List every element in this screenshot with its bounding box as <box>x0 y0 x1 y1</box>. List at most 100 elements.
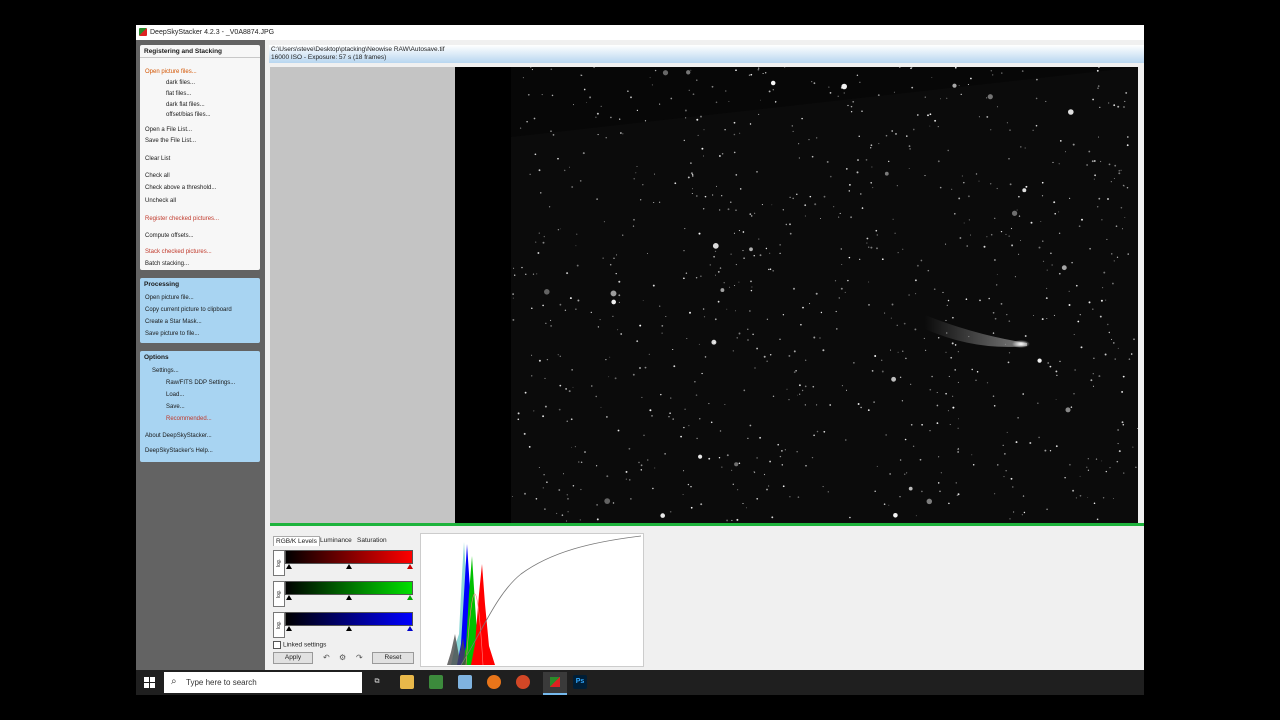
save-settings-link[interactable]: Save... <box>166 403 185 411</box>
star <box>564 309 567 311</box>
star <box>651 84 653 86</box>
star <box>1111 253 1113 255</box>
tab-luminance[interactable]: Luminance <box>318 536 354 545</box>
check-all-link[interactable]: Check all <box>145 172 170 180</box>
star <box>616 254 618 256</box>
settings-wheel-icon[interactable]: ⚙ <box>339 653 346 662</box>
red-white-marker[interactable] <box>407 564 413 569</box>
copy-to-clipboard-link[interactable]: Copy current picture to clipboard <box>145 306 232 314</box>
save-file-list-link[interactable]: Save the File List... <box>145 137 196 145</box>
star <box>618 294 621 297</box>
star <box>915 515 917 517</box>
star <box>993 259 996 261</box>
linked-settings-checkbox[interactable]: Linked settings <box>273 641 326 649</box>
stacked-image-view[interactable] <box>455 67 1138 523</box>
star <box>738 462 741 464</box>
green-black-marker[interactable] <box>286 595 292 600</box>
dark-flat-files-link[interactable]: dark flat files... <box>166 101 205 109</box>
app-icon-blue[interactable] <box>458 675 472 689</box>
star <box>957 381 959 383</box>
register-checked-link[interactable]: Register checked pictures... <box>145 215 219 223</box>
star <box>1105 299 1107 301</box>
reset-button[interactable]: Reset <box>372 652 414 664</box>
search-input[interactable]: Type here to search <box>186 672 257 693</box>
deepskystacker-taskbar-icon[interactable] <box>543 672 567 695</box>
offset-bias-files-link[interactable]: offset/bias files... <box>166 111 211 119</box>
green-mid-marker[interactable] <box>346 595 352 600</box>
stack-checked-link[interactable]: Stack checked pictures... <box>145 248 212 256</box>
dark-files-link[interactable]: dark files... <box>166 79 195 87</box>
blue-level-slider[interactable] <box>285 612 413 626</box>
compute-offsets-link[interactable]: Compute offsets... <box>145 232 194 240</box>
file-explorer-icon[interactable] <box>400 675 414 689</box>
open-file-list-link[interactable]: Open a File List... <box>145 126 192 134</box>
star <box>849 516 851 519</box>
log-toggle-red[interactable]: log. <box>273 550 285 576</box>
load-link[interactable]: Load... <box>166 391 184 399</box>
green-white-marker[interactable] <box>407 595 413 600</box>
firefox-icon[interactable] <box>487 675 501 689</box>
help-link[interactable]: DeepSkyStacker's Help... <box>145 447 213 455</box>
star <box>929 113 932 116</box>
batch-stacking-link[interactable]: Batch stacking... <box>145 260 189 268</box>
checkbox-box[interactable] <box>273 641 281 649</box>
star <box>660 513 665 518</box>
star <box>1042 260 1045 262</box>
star <box>538 467 540 468</box>
about-link[interactable]: About DeepSkyStacker... <box>145 432 212 440</box>
blue-white-marker[interactable] <box>407 626 413 631</box>
star <box>924 96 926 98</box>
save-picture-link[interactable]: Save picture to file... <box>145 330 199 338</box>
raw-fits-settings-link[interactable]: Raw/FITS DDP Settings... <box>166 379 235 387</box>
star <box>1094 174 1096 177</box>
star <box>1045 100 1047 102</box>
red-mid-marker[interactable] <box>346 564 352 569</box>
star <box>779 455 782 458</box>
flat-files-link[interactable]: flat files... <box>166 90 191 98</box>
star <box>1021 514 1023 516</box>
apply-button[interactable]: Apply <box>273 652 313 664</box>
create-star-mask-link[interactable]: Create a Star Mask... <box>145 318 202 326</box>
check-threshold-link[interactable]: Check above a threshold... <box>145 184 216 192</box>
star <box>936 404 939 407</box>
red-level-slider[interactable] <box>285 550 413 564</box>
uncheck-all-link[interactable]: Uncheck all <box>145 197 176 205</box>
log-toggle-green[interactable]: log. <box>273 581 285 607</box>
star <box>793 350 796 353</box>
clear-list-link[interactable]: Clear List <box>145 155 170 163</box>
app-icon-green[interactable] <box>429 675 443 689</box>
star <box>672 418 674 420</box>
star <box>550 68 553 71</box>
star <box>901 400 904 402</box>
tab-saturation[interactable]: Saturation <box>355 536 389 545</box>
undo-icon[interactable]: ↶ <box>323 653 330 662</box>
star <box>766 488 768 491</box>
recommended-link[interactable]: Recommended... <box>166 415 212 423</box>
blue-mid-marker[interactable] <box>346 626 352 631</box>
redo-icon[interactable]: ↷ <box>356 653 363 662</box>
open-picture-files-link[interactable]: Open picture files... <box>145 68 197 76</box>
star <box>1077 320 1080 323</box>
star <box>742 231 745 233</box>
star <box>816 404 818 406</box>
settings-link[interactable]: Settings... <box>152 367 179 375</box>
taskbar-search[interactable]: ⌕ Type here to search <box>164 672 362 693</box>
star <box>798 384 801 387</box>
star <box>749 310 751 312</box>
blue-black-marker[interactable] <box>286 626 292 631</box>
photoshop-icon[interactable]: Ps <box>573 675 587 689</box>
open-picture-file-link[interactable]: Open picture file... <box>145 294 194 302</box>
task-view-icon[interactable]: ⧉ <box>370 675 384 689</box>
star <box>1093 160 1096 162</box>
powerpoint-icon[interactable] <box>516 675 530 689</box>
star <box>703 129 705 131</box>
star <box>1002 444 1004 447</box>
log-toggle-blue[interactable]: log. <box>273 612 285 638</box>
star <box>639 324 642 327</box>
green-level-slider[interactable] <box>285 581 413 595</box>
star <box>1045 297 1048 300</box>
star <box>566 494 569 496</box>
red-black-marker[interactable] <box>286 564 292 569</box>
tab-rgbk-levels[interactable]: RGB/K Levels <box>273 536 320 546</box>
start-icon[interactable] <box>144 677 155 688</box>
